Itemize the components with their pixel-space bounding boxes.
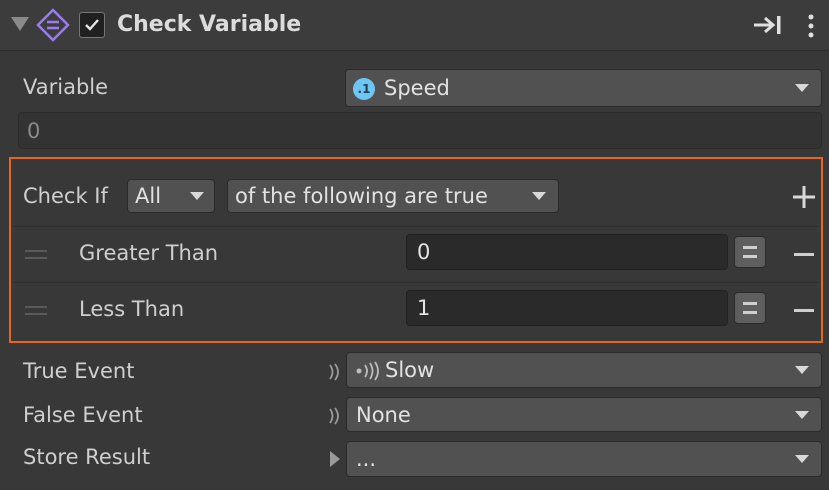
variable-dropdown[interactable]: .1 Speed xyxy=(345,69,822,107)
equals-operator-button[interactable] xyxy=(734,292,766,324)
check-suffix-value: of the following are true xyxy=(235,184,488,208)
minus-icon[interactable] xyxy=(794,309,814,312)
check-variable-icon xyxy=(36,8,70,42)
store-result-label: Store Result xyxy=(23,445,151,469)
store-result-value: ... xyxy=(356,447,377,471)
divider xyxy=(13,226,819,227)
false-event-value: None xyxy=(356,402,411,427)
drag-handle-icon[interactable] xyxy=(25,248,47,260)
divider xyxy=(13,282,819,283)
minus-icon[interactable] xyxy=(794,253,814,256)
variable-value-field: 0 xyxy=(18,112,822,149)
condition-value-input[interactable]: 0 xyxy=(406,234,728,270)
kebab-menu-icon[interactable] xyxy=(806,13,816,39)
drag-handle-icon[interactable] xyxy=(25,304,47,316)
condition-value-input[interactable]: 1 xyxy=(406,290,728,326)
action-title: Check Variable xyxy=(117,12,302,37)
variable-value: 0 xyxy=(27,118,41,143)
false-event-label: False Event xyxy=(23,403,143,427)
expand-triangle-icon[interactable] xyxy=(330,451,340,467)
plus-icon[interactable] xyxy=(793,186,815,208)
check-mode-value: All xyxy=(135,184,162,208)
chevron-down-icon xyxy=(795,366,809,374)
variable-label: Variable xyxy=(23,75,109,99)
variable-selected: Speed xyxy=(384,76,450,100)
store-result-dropdown[interactable]: ... xyxy=(346,441,822,477)
arrow-to-right-icon[interactable] xyxy=(752,14,784,36)
true-event-dropdown[interactable]: Slow xyxy=(346,352,822,388)
collapse-triangle-icon[interactable] xyxy=(11,17,29,31)
check-if-label: Check If xyxy=(23,184,108,208)
condition-label: Less Than xyxy=(79,297,185,321)
event-link-icon xyxy=(327,362,341,382)
event-link-icon xyxy=(327,406,341,426)
number-type-icon: .1 xyxy=(353,78,375,100)
condition-value: 0 xyxy=(417,240,431,264)
chevron-down-icon xyxy=(795,84,809,92)
condition-value: 1 xyxy=(417,296,431,320)
chevron-down-icon xyxy=(190,192,204,200)
true-event-value: Slow xyxy=(385,358,435,382)
condition-label: Greater Than xyxy=(79,241,219,265)
check-mode-dropdown[interactable]: All xyxy=(127,179,215,213)
chevron-down-icon xyxy=(795,455,809,463)
check-suffix-dropdown[interactable]: of the following are true xyxy=(227,179,559,213)
chevron-down-icon xyxy=(532,192,546,200)
action-header: Check Variable xyxy=(0,0,829,51)
chevron-down-icon xyxy=(795,410,809,419)
equals-operator-button[interactable] xyxy=(734,236,766,268)
enabled-checkbox[interactable] xyxy=(79,12,105,38)
false-event-dropdown[interactable]: None xyxy=(346,397,822,432)
true-event-label: True Event xyxy=(23,359,135,383)
signal-icon xyxy=(353,361,383,381)
checkmark-icon xyxy=(85,19,99,31)
